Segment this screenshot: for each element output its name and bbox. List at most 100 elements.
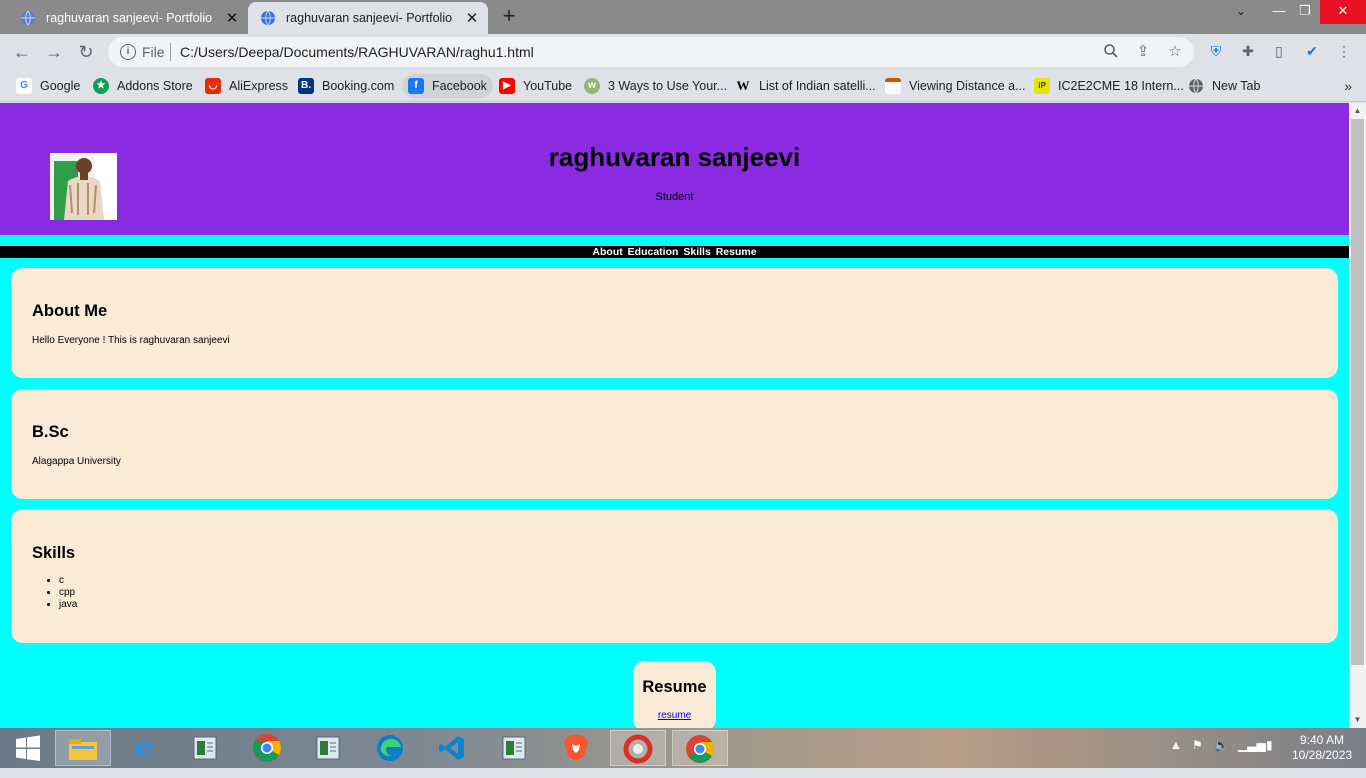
- resume-section: Resume resume: [633, 661, 716, 728]
- chrome-icon[interactable]: [672, 730, 728, 766]
- bookmark-label: Facebook: [432, 79, 487, 93]
- extensions-puzzle-icon[interactable]: ✚: [1239, 42, 1257, 60]
- signal-icon[interactable]: ▁▃▅: [1238, 738, 1266, 752]
- bookmark-facebook[interactable]: f Facebook: [402, 74, 493, 98]
- bookmark-booking[interactable]: B. Booking.com: [292, 74, 400, 98]
- about-section: About Me Hello Everyone ! This is raghuv…: [11, 268, 1338, 378]
- chrome-icon[interactable]: [239, 730, 295, 766]
- vscode-icon[interactable]: [424, 730, 480, 766]
- bookmark-wikipedia[interactable]: W List of Indian satelli...: [729, 74, 882, 98]
- bookmark-new-tab[interactable]: New Tab: [1182, 74, 1266, 98]
- bookmark-youtube[interactable]: ▶ YouTube: [493, 74, 578, 98]
- google-icon: G: [16, 78, 32, 94]
- facebook-icon: f: [408, 78, 424, 94]
- bookmark-label: List of Indian satelli...: [759, 79, 876, 93]
- skills-section: Skills c cpp java: [11, 509, 1338, 643]
- system-clock[interactable]: 9:40 AM 10/28/2023: [1292, 733, 1352, 763]
- back-icon[interactable]: ←: [11, 41, 33, 63]
- globe-icon: [21, 10, 35, 26]
- bookmark-label: New Tab: [1212, 79, 1261, 93]
- skills-list: c cpp java: [59, 575, 77, 611]
- windows-taskbar: e ▲ ⚑ 🔈 ▁▃▅ ▮ 9:40 AM 10/28/2023: [0, 728, 1366, 768]
- more-bookmarks-icon[interactable]: »: [1344, 78, 1352, 94]
- address-bar[interactable]: i File C:/Users/Deepa/Documents/RAGHUVAR…: [108, 37, 1194, 67]
- page-viewport: raghuvaran sanjeevi Student About Educat…: [0, 103, 1349, 728]
- network-flag-icon[interactable]: ⚑: [1192, 738, 1203, 752]
- scroll-down-icon[interactable]: ▼: [1349, 712, 1366, 728]
- youtube-icon: ▶: [499, 78, 515, 94]
- page-title: raghuvaran sanjeevi: [548, 142, 801, 172]
- restore-button[interactable]: ❐: [1290, 0, 1320, 24]
- page-icon: [885, 78, 901, 94]
- top-nav: About Education Skills Resume: [0, 246, 1349, 258]
- nav-link-skills[interactable]: Skills: [682, 246, 711, 258]
- bookmark-label: AliExpress: [229, 79, 289, 93]
- scroll-thumb[interactable]: [1351, 119, 1364, 665]
- browser-toolbar: ← → ↻ i File C:/Users/Deepa/Documents/RA…: [0, 34, 1366, 70]
- bookmark-wikihow[interactable]: w 3 Ways to Use Your...: [578, 74, 733, 98]
- vpn-extension-icon[interactable]: ⛨: [1207, 42, 1225, 60]
- bookmark-addons-store[interactable]: ★ Addons Store: [87, 74, 199, 98]
- clock-date: 10/28/2023: [1292, 748, 1353, 762]
- resume-link[interactable]: resume: [633, 710, 716, 721]
- divider: [170, 43, 171, 61]
- globe-icon: [1189, 78, 1203, 94]
- info-icon[interactable]: i: [120, 44, 136, 60]
- volume-icon[interactable]: 🔈: [1214, 738, 1229, 752]
- bookmark-viewing-distance[interactable]: Viewing Distance a...: [879, 74, 1032, 98]
- edge-icon[interactable]: [362, 730, 418, 766]
- ic2e2cme-icon: iP: [1034, 78, 1050, 94]
- close-tab-icon[interactable]: ✕: [222, 9, 242, 27]
- site-header: raghuvaran sanjeevi Student: [0, 103, 1349, 235]
- addons-store-icon: ★: [93, 78, 109, 94]
- nav-link-education[interactable]: Education: [627, 246, 680, 258]
- about-heading: About Me: [32, 302, 108, 320]
- forward-icon[interactable]: →: [43, 41, 65, 63]
- reload-icon[interactable]: ↻: [75, 41, 97, 63]
- app-icon[interactable]: [610, 730, 666, 766]
- list-item: cpp: [59, 587, 77, 599]
- file-explorer-icon[interactable]: [55, 730, 111, 766]
- url-text[interactable]: C:/Users/Deepa/Documents/RAGHUVARAN/ragh…: [180, 44, 534, 60]
- bookmark-label: IC2E2CME 18 Intern...: [1058, 79, 1184, 93]
- menu-kebab-icon[interactable]: ⋮: [1335, 42, 1353, 60]
- education-section: B.Sc Alagappa University: [11, 389, 1338, 499]
- tab-portfolio-1[interactable]: raghuvaran sanjeevi- Portfolio ✕: [8, 2, 248, 34]
- bookmark-label: YouTube: [523, 79, 573, 93]
- skills-heading: Skills: [32, 544, 76, 562]
- nav-link-resume[interactable]: Resume: [715, 246, 758, 258]
- wikipedia-icon: W: [736, 78, 750, 93]
- side-panel-icon[interactable]: ▯: [1270, 42, 1288, 60]
- bookmark-google[interactable]: G Google: [10, 74, 86, 98]
- new-tab-button[interactable]: +: [498, 5, 520, 28]
- tab-search-icon[interactable]: ⌄: [1226, 0, 1256, 24]
- battery-icon[interactable]: ▮: [1266, 738, 1273, 752]
- about-text: Hello Everyone ! This is raghuvaran sanj…: [32, 335, 230, 346]
- tab-title: raghuvaran sanjeevi- Portfolio: [286, 11, 453, 25]
- window-close-button[interactable]: ✕: [1320, 0, 1366, 24]
- vertical-scrollbar[interactable]: ▲ ▼: [1349, 103, 1366, 728]
- nav-link-about[interactable]: About: [591, 246, 623, 258]
- bookmark-ic2e2cme[interactable]: iP IC2E2CME 18 Intern...: [1028, 74, 1190, 98]
- share-icon[interactable]: ⇪: [1134, 43, 1152, 61]
- scroll-up-icon[interactable]: ▲: [1349, 103, 1366, 119]
- bookmark-star-icon[interactable]: ☆: [1166, 43, 1184, 61]
- notepad-icon[interactable]: [177, 730, 233, 766]
- notepad-icon[interactable]: [300, 730, 356, 766]
- notepad-icon[interactable]: [486, 730, 542, 766]
- page-subtitle: Student: [655, 191, 694, 203]
- tab-portfolio-2[interactable]: raghuvaran sanjeevi- Portfolio ✕: [248, 2, 488, 34]
- close-tab-icon[interactable]: ✕: [462, 9, 482, 27]
- brave-icon[interactable]: [548, 730, 604, 766]
- internet-explorer-icon[interactable]: e: [116, 730, 172, 766]
- bookmarks-bar: G Google ★ Addons Store ◡ AliExpress B. …: [0, 70, 1366, 102]
- windows-start-icon[interactable]: [0, 730, 56, 766]
- zoom-icon[interactable]: [1102, 43, 1120, 61]
- resume-heading: Resume: [642, 678, 707, 696]
- shield-check-icon[interactable]: ✔: [1303, 42, 1321, 60]
- bookmark-aliexpress[interactable]: ◡ AliExpress: [199, 74, 294, 98]
- wikihow-icon: w: [584, 78, 600, 94]
- show-hidden-icons[interactable]: ▲: [1170, 738, 1182, 752]
- bookmark-label: Addons Store: [117, 79, 193, 93]
- globe-icon: [261, 10, 275, 26]
